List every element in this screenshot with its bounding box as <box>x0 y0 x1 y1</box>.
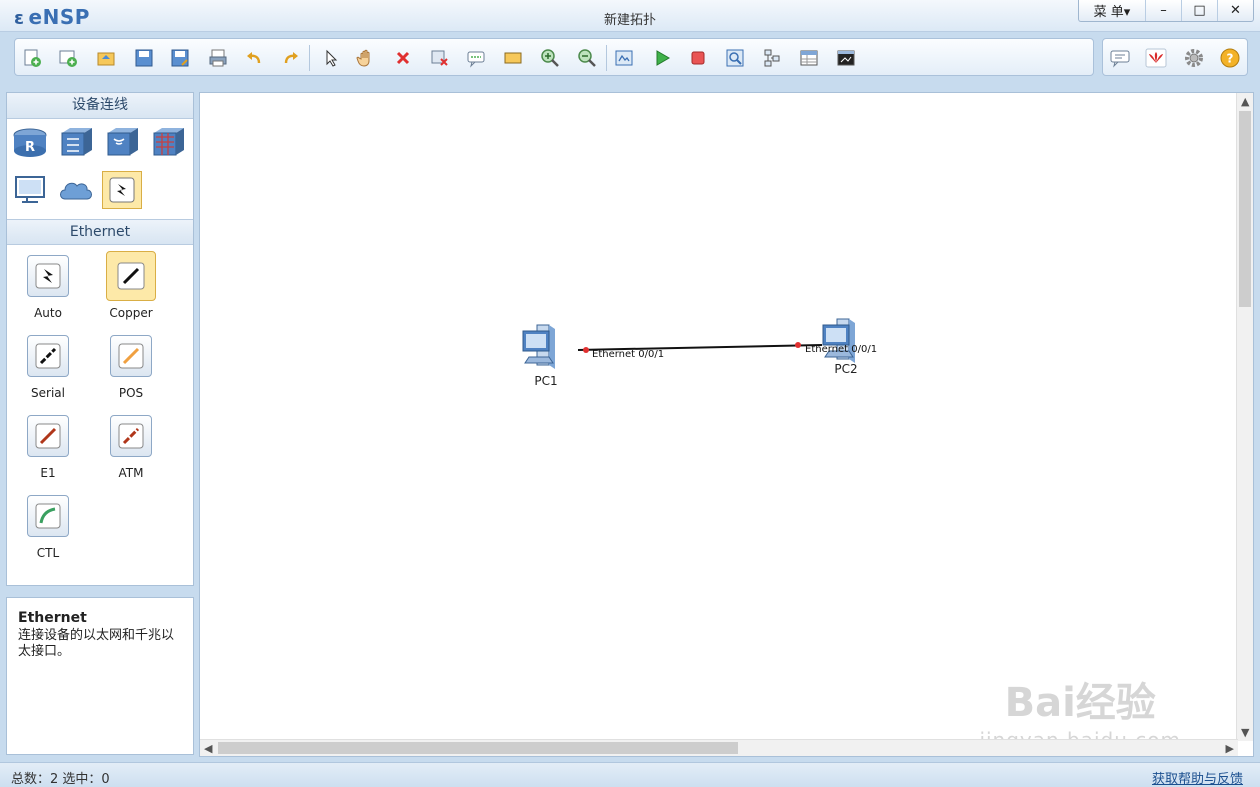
minimize-button[interactable]: – <box>1145 0 1181 21</box>
status-bar: 总数：2 选中：0 获取帮助与反馈 <box>0 762 1260 787</box>
right-toolbar: ? <box>1102 38 1248 76</box>
connection-label: E1 <box>40 466 56 480</box>
atm-connection-icon[interactable] <box>110 415 152 457</box>
scroll-right-icon[interactable]: ▶ <box>1226 742 1234 755</box>
node-label: PC1 <box>534 374 558 388</box>
cloud-icon[interactable] <box>56 171 96 209</box>
chat-icon[interactable] <box>1109 47 1131 69</box>
save-icon[interactable] <box>133 47 155 69</box>
description-text: 连接设备的以太网和千兆以太接口。 <box>18 628 175 659</box>
link-endpoint-pc1 <box>583 347 589 353</box>
connection-panel-title: Ethernet <box>7 219 193 245</box>
main-toolbar <box>14 38 1094 76</box>
print-icon[interactable] <box>207 47 229 69</box>
vertical-scrollbar[interactable]: ▲ ▼ <box>1236 93 1253 741</box>
node-pc1[interactable]: PC1 <box>518 323 574 388</box>
pan-hand-icon[interactable] <box>355 47 377 69</box>
device-panel-title: 设备连线 <box>7 93 193 119</box>
new-topology-icon[interactable] <box>21 47 43 69</box>
pos-connection-icon[interactable] <box>110 335 152 377</box>
switch-icon[interactable] <box>56 123 96 161</box>
horizontal-scroll-thumb[interactable] <box>218 742 738 754</box>
svg-text:?: ? <box>1227 52 1234 66</box>
delete-icon[interactable] <box>392 47 414 69</box>
connection-label: ATM <box>118 466 144 480</box>
terminal-icon[interactable] <box>835 47 857 69</box>
window-controls: 菜 单▾ – □ ✕ <box>1078 0 1254 22</box>
settings-gear-icon[interactable] <box>1183 47 1205 69</box>
pc-icon[interactable] <box>10 171 50 209</box>
topology-links <box>577 342 823 353</box>
interface-label: Ethernet 0/0/1 <box>805 344 878 355</box>
e1-connection-icon[interactable] <box>27 415 69 457</box>
interface-label: Ethernet 0/0/1 <box>592 349 665 360</box>
stop-device-icon[interactable] <box>687 47 709 69</box>
start-device-icon[interactable] <box>651 47 673 69</box>
horizontal-scrollbar[interactable]: ◀ ▶ <box>200 739 1238 756</box>
pc-device-icon <box>822 318 855 363</box>
palette-icon[interactable] <box>502 47 524 69</box>
topology-canvas[interactable]: PC1 Ethernet 0/0/1 PC2 Ethernet 0/0/1 Ba… <box>199 92 1254 757</box>
connection-label: Copper <box>109 306 153 320</box>
toolbar-separator <box>309 45 310 71</box>
vertical-scroll-thumb[interactable] <box>1239 111 1251 307</box>
help-icon[interactable]: ? <box>1219 47 1241 69</box>
ctl-connection-icon[interactable] <box>27 495 69 537</box>
help-feedback-link[interactable]: 获取帮助与反馈 <box>1152 768 1243 787</box>
description-title: Ethernet <box>18 610 87 626</box>
redo-icon[interactable] <box>280 47 302 69</box>
connection-category-icon[interactable] <box>102 171 142 209</box>
close-button[interactable]: ✕ <box>1217 0 1253 21</box>
scroll-up-icon[interactable]: ▲ <box>1241 95 1249 108</box>
undo-icon[interactable] <box>243 47 265 69</box>
window-title: 新建拓扑 <box>603 13 656 28</box>
copper-connection-icon[interactable] <box>106 251 156 301</box>
menu-button[interactable]: 菜 单▾ <box>1079 0 1145 21</box>
interface-table-icon[interactable] <box>798 47 820 69</box>
huawei-icon[interactable] <box>1145 47 1167 69</box>
text-note-icon[interactable] <box>465 47 487 69</box>
select-icon[interactable] <box>320 47 342 69</box>
scroll-down-icon[interactable]: ▼ <box>1241 726 1249 739</box>
pc-device-icon <box>522 324 555 369</box>
toolbar-separator <box>606 45 607 71</box>
maximize-button[interactable]: □ <box>1181 0 1217 21</box>
svg-text:R: R <box>25 140 35 155</box>
scroll-left-icon[interactable]: ◀ <box>204 742 212 755</box>
save-as-icon[interactable] <box>169 47 191 69</box>
watermark-brand: Bai经验 <box>1004 680 1156 726</box>
firewall-icon[interactable] <box>148 123 188 161</box>
capture-icon[interactable] <box>724 47 746 69</box>
title-bar: ε eNSP 新建拓扑 菜 单▾ – □ ✕ <box>0 0 1260 32</box>
connection-label: POS <box>118 386 144 400</box>
connection-label: Auto <box>34 306 62 320</box>
auto-connection-icon[interactable] <box>27 255 69 297</box>
connection-label: CTL <box>36 546 60 560</box>
new-lab-icon[interactable] <box>57 47 79 69</box>
status-count: 总数：2 选中：0 <box>11 772 110 787</box>
device-panel: 设备连线 R Ethernet Auto Copper Serial POS E… <box>6 92 194 586</box>
description-panel: Ethernet 连接设备的以太网和千兆以太接口。 <box>6 597 194 755</box>
link-endpoint-pc2 <box>795 342 801 348</box>
wlan-icon[interactable] <box>102 123 142 161</box>
fit-view-icon[interactable] <box>613 47 635 69</box>
router-icon[interactable]: R <box>10 123 50 161</box>
zoom-in-icon[interactable] <box>539 47 561 69</box>
zoom-out-icon[interactable] <box>576 47 598 69</box>
serial-connection-icon[interactable] <box>27 335 69 377</box>
connection-label: Serial <box>31 386 65 400</box>
topology-view-icon[interactable] <box>761 47 783 69</box>
delete-connection-icon[interactable] <box>429 47 451 69</box>
open-icon[interactable] <box>95 47 117 69</box>
